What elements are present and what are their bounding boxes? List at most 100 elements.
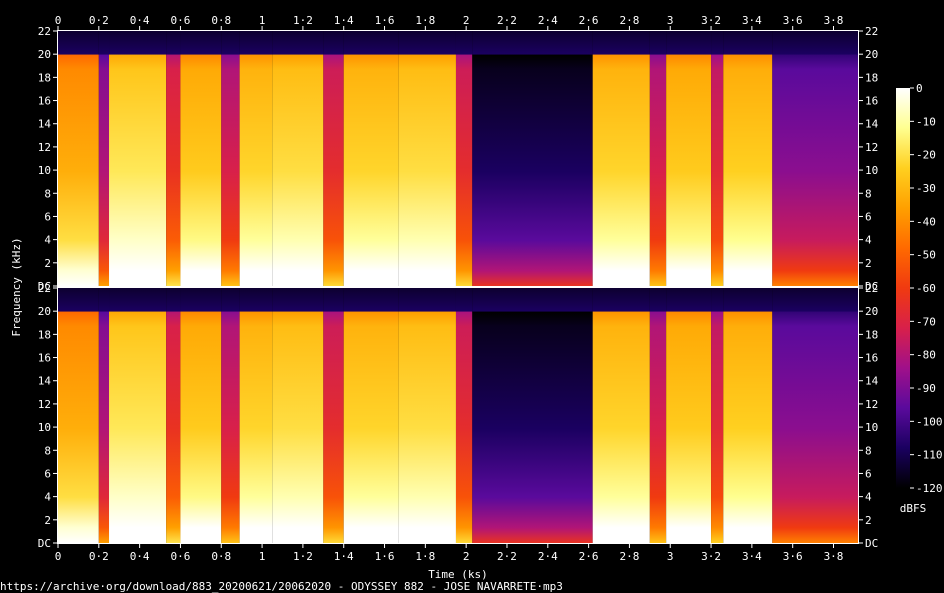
- y-tick-label: 22: [865, 282, 878, 295]
- x-tick-label: 3·2: [701, 550, 721, 563]
- x-tick-label: 3·2: [701, 14, 721, 27]
- spectrogram-segment: [592, 288, 650, 543]
- spectrogram-segment: [711, 31, 724, 286]
- spectrogram-segment: [666, 31, 712, 286]
- y-tick-label: 18: [38, 328, 51, 341]
- x-tick-label: 0: [55, 14, 62, 27]
- spectrogram-segment: [772, 288, 858, 543]
- x-tick-label: 0·6: [171, 550, 191, 563]
- spectrogram-segment: [58, 31, 99, 286]
- spectrogram-segment: [666, 288, 712, 543]
- spectrogram-figure: 0 0·2 0·4 0·6 0·8 1 1·2 1·4 1·6 1·8 2 2·2 2·4 2·6 2·8 3…: [0, 14, 943, 593]
- y-tick-label: 20: [865, 305, 878, 318]
- spectrogram-segment: [166, 31, 181, 286]
- y-tick-label: 6: [44, 467, 51, 480]
- y-tick-label: 22: [38, 282, 51, 295]
- x-tick-label: 3: [667, 550, 674, 563]
- colorbar: [896, 88, 910, 488]
- spectrogram-segment: [221, 31, 240, 286]
- x-tick-label: 0·4: [130, 14, 150, 27]
- x-tick-label: 1·8: [415, 550, 435, 563]
- y-tick-label: 6: [44, 210, 51, 223]
- colorbar-tick-label: 0: [916, 82, 923, 95]
- spectrogram-segment: [472, 31, 593, 286]
- x-tick-label: 0·4: [130, 550, 150, 563]
- y-tick-label: 10: [865, 164, 878, 177]
- x-tick-label: 2·2: [497, 14, 517, 27]
- y-tick-label: 14: [38, 375, 52, 388]
- y-tick-label: DC: [38, 537, 51, 550]
- x-tick-label: 0: [55, 550, 62, 563]
- spectrogram-channel-2: [58, 288, 858, 543]
- spectrogram-segment: [455, 31, 473, 286]
- spectrogram-segment: [592, 31, 650, 286]
- x-tick-label: 1·6: [375, 550, 395, 563]
- y-tick-label: 12: [38, 141, 51, 154]
- x-tick-label: 3·6: [783, 550, 803, 563]
- y-axis-label: Frequency (kHz): [10, 237, 23, 336]
- spectrogram-segment: [723, 31, 773, 286]
- x-tick-label: 0·8: [211, 14, 231, 27]
- spectrogram-segment: [239, 288, 273, 543]
- y-tick-label: 8: [865, 187, 872, 200]
- x-tick-label: 2·8: [619, 14, 639, 27]
- x-tick-label: 2: [463, 550, 470, 563]
- y-tick-label: DC: [865, 537, 878, 550]
- x-tick-label: 1·8: [415, 14, 435, 27]
- x-tick-label: 2·6: [579, 550, 599, 563]
- y-tick-label: 20: [865, 48, 878, 61]
- x-tick-label: 2·4: [538, 550, 558, 563]
- spectrogram-segment: [221, 288, 240, 543]
- y-tick-label: 8: [44, 187, 51, 200]
- colorbar-tick-label: -30: [916, 182, 936, 195]
- spectrogram-segment: [166, 288, 181, 543]
- spectrogram-segment: [98, 31, 110, 286]
- x-tick-label: 2·8: [619, 550, 639, 563]
- y-tick-label: 4: [865, 491, 872, 504]
- spectrogram-segment: [455, 288, 473, 543]
- colorbar-label: dBFS: [900, 502, 927, 515]
- x-tick-label: 0·2: [89, 14, 109, 27]
- y-tick-label: 18: [865, 71, 878, 84]
- x-tick-label: 0·2: [89, 550, 109, 563]
- x-tick-label: 1·4: [334, 550, 354, 563]
- y-tick-label: 14: [38, 118, 52, 131]
- spectrogram-segment: [58, 288, 99, 543]
- x-tick-label: 3·8: [824, 550, 844, 563]
- x-tick-label: 3·8: [824, 14, 844, 27]
- y-tick-label: 14: [865, 118, 879, 131]
- spectrogram-segment: [772, 31, 858, 286]
- y-tick-label: 10: [865, 421, 878, 434]
- y-tick-label: 10: [38, 164, 51, 177]
- y-tick-label: 2: [865, 257, 872, 270]
- y-tick-label: 20: [38, 305, 51, 318]
- spectrogram-segment: [343, 31, 399, 286]
- y-tick-label: 8: [44, 444, 51, 457]
- colorbar-tick-label: -120: [916, 482, 943, 495]
- spectrogram-segment: [323, 288, 344, 543]
- y-tick-label: 10: [38, 421, 51, 434]
- spectrogram-segment: [649, 31, 667, 286]
- colorbar-tick-label: -10: [916, 115, 936, 128]
- x-tick-label: 2·2: [497, 550, 517, 563]
- source-url: https://archive·org/download/883_2020062…: [0, 580, 563, 593]
- x-axis-top: 0 0·2 0·4 0·6 0·8 1 1·2 1·4 1·6 1·8 2 2·2 2·4 2·6 2·8 3…: [55, 14, 844, 30]
- spectrogram-segment: [239, 31, 273, 286]
- x-tick-label: 1·4: [334, 14, 354, 27]
- x-tick-label: 2: [463, 14, 470, 27]
- colorbar-tick-label: -80: [916, 349, 936, 362]
- y-tick-label: 2: [44, 514, 51, 527]
- y-tick-label: 8: [865, 444, 872, 457]
- x-axis-bottom: 0 0·2 0·4 0·6 0·8 1 1·2 1·4 1·6 1·8 2 2·2 2·4 2·6 2·8 3…: [55, 544, 844, 563]
- y-tick-label: 6: [865, 210, 872, 223]
- y-tick-label: 16: [38, 352, 51, 365]
- y-tick-label: 16: [865, 95, 878, 108]
- y-tick-label: 18: [865, 328, 878, 341]
- colorbar-tick-label: -60: [916, 282, 936, 295]
- spectrogram-segment: [109, 31, 167, 286]
- spectrogram-segment: [272, 288, 324, 543]
- colorbar-tick-label: -110: [916, 449, 943, 462]
- colorbar-tick-label: -40: [916, 215, 936, 228]
- y-tick-label: 18: [38, 71, 51, 84]
- x-tick-label: 1·6: [375, 14, 395, 27]
